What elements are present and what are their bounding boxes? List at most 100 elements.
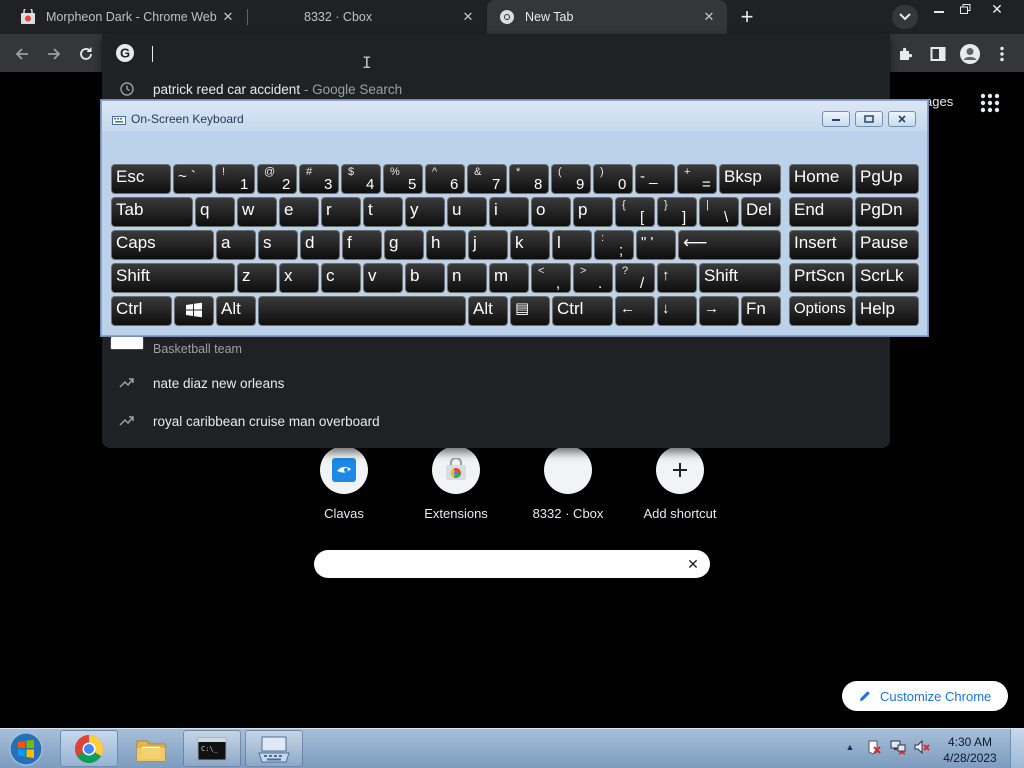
key-g[interactable]: g (384, 230, 424, 260)
key-bksp[interactable]: Bksp (719, 164, 781, 194)
taskbar-explorer[interactable] (122, 730, 180, 767)
key--[interactable]: {[ (615, 197, 655, 227)
tab-cbox[interactable]: 8332 · Cbox ✕ (248, 0, 486, 34)
key--[interactable]: ⟵ (678, 230, 781, 260)
key-o[interactable]: o (531, 197, 571, 227)
key--2[interactable]: @2 (257, 164, 297, 194)
new-tab-button[interactable]: + (735, 4, 759, 29)
key-h[interactable]: h (426, 230, 466, 260)
key--[interactable]: ? / (615, 263, 655, 293)
shortcut-extensions[interactable]: Extensions (400, 446, 512, 526)
images-link[interactable]: ages (925, 94, 953, 109)
close-window-button[interactable]: ✕ (982, 0, 1012, 18)
key--[interactable]: " ' (636, 230, 676, 260)
key--[interactable]: ← (615, 296, 655, 326)
add-shortcut-button[interactable]: Add shortcut (624, 446, 736, 526)
key-l[interactable]: l (552, 230, 592, 260)
key-tab[interactable]: Tab (111, 197, 193, 227)
key--7[interactable]: & 7 (467, 164, 507, 194)
key--[interactable]: ↓ (657, 296, 697, 326)
key--0[interactable]: ) 0 (593, 164, 633, 194)
tab-search-button[interactable] (892, 5, 918, 29)
key--[interactable]: }] (657, 197, 697, 227)
key-caps[interactable]: Caps (111, 230, 214, 260)
system-clock[interactable]: 4:30 AM 4/28/2023 (940, 734, 1000, 766)
key-ctrl[interactable]: Ctrl (552, 296, 613, 326)
restore-button[interactable] (950, 0, 980, 18)
key--[interactable]: | \ (699, 197, 739, 227)
menu-button[interactable] (989, 41, 1015, 67)
key--[interactable]: - _ (635, 164, 675, 194)
on-screen-keyboard-window[interactable]: On-Screen Keyboard Esc ~ `! 1 @2 #3 $4% 5 ^ 6 & 7 *… (101, 100, 928, 336)
volume-muted-icon[interactable] (914, 739, 930, 755)
show-desktop-button[interactable] (1010, 729, 1024, 768)
key-e[interactable]: e (279, 197, 319, 227)
key--6[interactable]: ^ 6 (425, 164, 465, 194)
key-v[interactable]: v (363, 263, 403, 293)
suggestion-item[interactable]: Basketball team (102, 332, 890, 366)
close-icon[interactable]: ✕ (218, 7, 238, 27)
key--[interactable]: ▤ (510, 296, 550, 326)
osk-maximize-button[interactable] (855, 111, 883, 127)
key-options[interactable]: Options (789, 296, 853, 326)
key-pgdn[interactable]: PgDn (855, 197, 919, 227)
suggestion-item[interactable]: nate diaz new orleans (102, 366, 890, 400)
key-scrlk[interactable]: ScrLk (855, 263, 919, 293)
key-d[interactable]: d (300, 230, 340, 260)
key-del[interactable]: Del (741, 197, 781, 227)
key-r[interactable]: r (321, 197, 361, 227)
side-panel-button[interactable] (925, 41, 951, 67)
omnibox-input[interactable]: G I (102, 36, 890, 72)
key-shift[interactable]: Shift (111, 263, 235, 293)
show-hidden-icons-button[interactable]: ▲ (842, 739, 858, 755)
key--8[interactable]: * 8 (509, 164, 549, 194)
key-x[interactable]: x (279, 263, 319, 293)
extensions-button[interactable] (893, 41, 919, 67)
key-space[interactable] (258, 296, 466, 326)
key-t[interactable]: t (363, 197, 403, 227)
key-j[interactable]: j (468, 230, 508, 260)
key-y[interactable]: y (405, 197, 445, 227)
key-m[interactable]: m (489, 263, 529, 293)
key--4[interactable]: $4 (341, 164, 381, 194)
shortcut-cbox[interactable]: 8332 · Cbox (512, 446, 624, 526)
key-insert[interactable]: Insert (789, 230, 853, 260)
key--5[interactable]: % 5 (383, 164, 423, 194)
key--1[interactable]: ! 1 (215, 164, 255, 194)
back-button[interactable] (9, 41, 35, 67)
key-shift[interactable]: Shift (699, 263, 781, 293)
key-i[interactable]: i (489, 197, 529, 227)
customize-chrome-button[interactable]: Customize Chrome (842, 681, 1008, 711)
osk-title-bar[interactable]: On-Screen Keyboard (102, 101, 927, 131)
key-help[interactable]: Help (855, 296, 919, 326)
clear-icon[interactable]: ✕ (684, 555, 702, 573)
key-w[interactable]: w (237, 197, 277, 227)
key--[interactable]: ↑ (657, 263, 697, 293)
suggestion-item[interactable]: royal caribbean cruise man overboard (102, 404, 890, 438)
key-b[interactable]: b (405, 263, 445, 293)
key--[interactable]: → (699, 296, 739, 326)
ntp-search-box[interactable]: ✕ (314, 550, 710, 578)
key-a[interactable]: a (216, 230, 256, 260)
profile-button[interactable] (957, 41, 983, 67)
key-c[interactable]: c (321, 263, 361, 293)
key-pause[interactable]: Pause (855, 230, 919, 260)
key--[interactable]: ~ ` (173, 164, 213, 194)
action-center-icon[interactable] (866, 739, 882, 755)
apps-launcher-button[interactable] (980, 93, 1000, 113)
reload-button[interactable] (73, 41, 99, 67)
key-f[interactable]: f (342, 230, 382, 260)
key-k[interactable]: k (510, 230, 550, 260)
key-fn[interactable]: Fn (741, 296, 781, 326)
key-alt[interactable]: Alt (468, 296, 508, 326)
osk-minimize-button[interactable] (822, 111, 850, 127)
key--[interactable]: >. (573, 263, 613, 293)
key--[interactable]: + = (677, 164, 717, 194)
tab-new-tab[interactable]: New Tab ✕ (487, 0, 727, 34)
taskbar-chrome[interactable] (60, 730, 118, 767)
key--9[interactable]: (9 (551, 164, 591, 194)
key-ctrl[interactable]: Ctrl (111, 296, 172, 326)
close-icon[interactable]: ✕ (458, 7, 478, 27)
key-prtscn[interactable]: PrtScn (789, 263, 853, 293)
key-home[interactable]: Home (789, 164, 853, 194)
